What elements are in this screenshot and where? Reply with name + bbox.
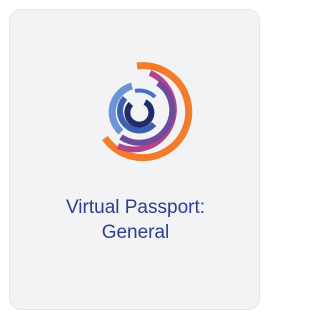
card-title: Virtual Passport: General [10, 195, 261, 245]
virtual-passport-general-card[interactable]: Virtual Passport: General [9, 9, 260, 310]
card-title-line-1: Virtual Passport: [65, 197, 206, 218]
virtual-passport-logo-icon [88, 58, 196, 166]
card-title-line-2: General [101, 222, 170, 243]
